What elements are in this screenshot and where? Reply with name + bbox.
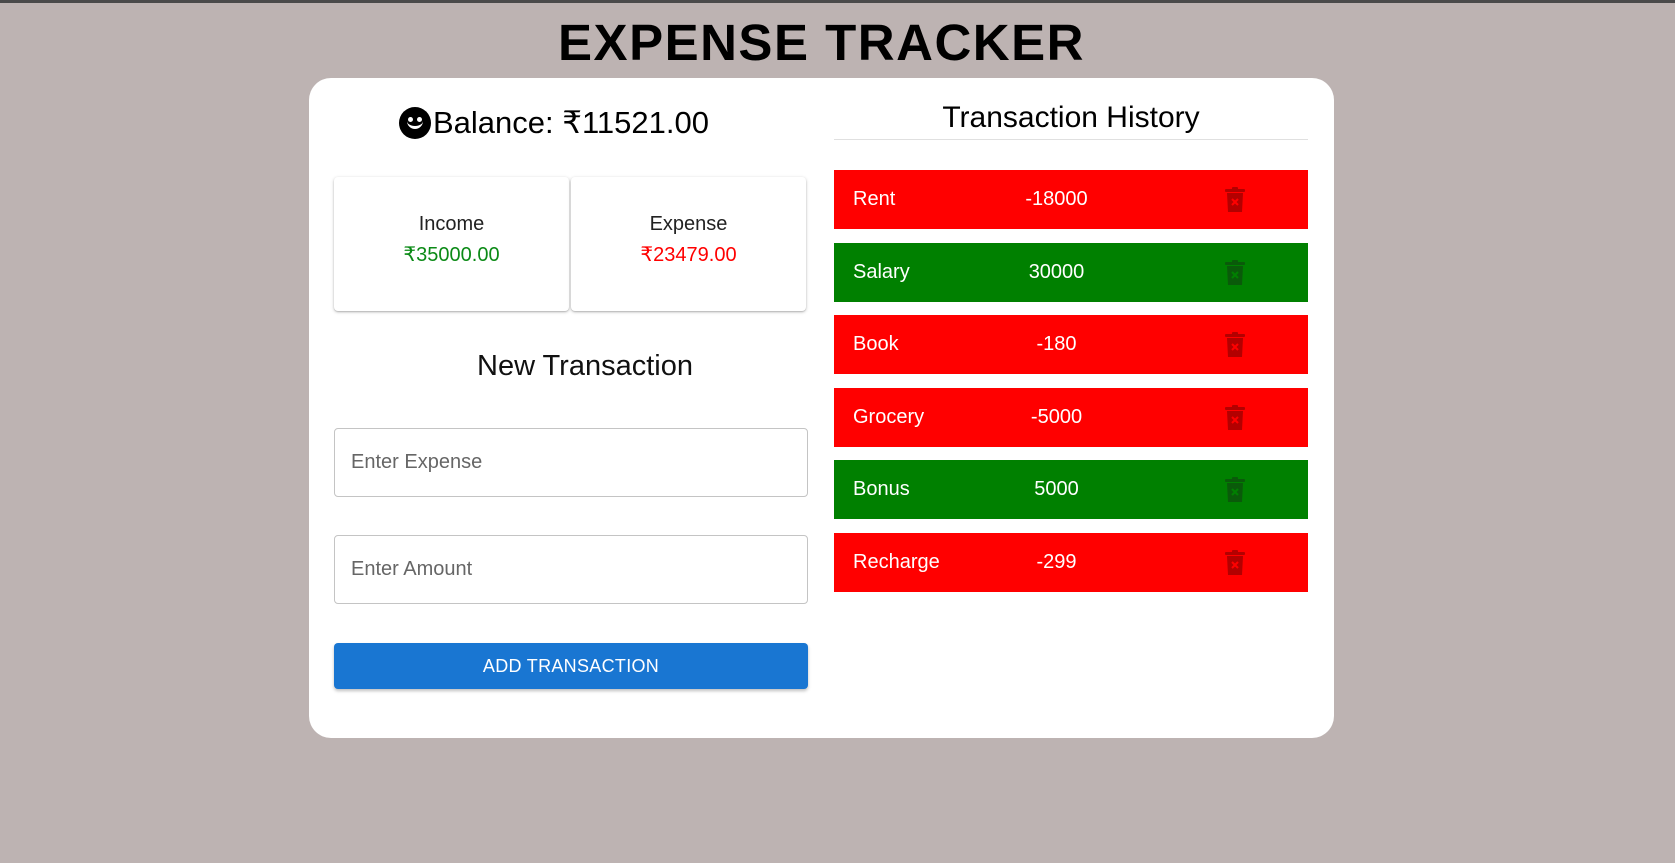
expense-input[interactable] <box>334 428 808 497</box>
transaction-item: Rent -18000 <box>834 170 1308 229</box>
income-value: ₹35000.00 <box>403 244 500 266</box>
amount-input[interactable] <box>334 535 808 604</box>
income-label: Income <box>418 213 485 235</box>
transaction-amount: 30000 <box>1028 260 1085 283</box>
transaction-amount: -5000 <box>1030 405 1083 428</box>
transaction-list: Rent -18000 Salary 30000 Book -180 Groce… <box>834 170 1308 605</box>
trash-icon[interactable] <box>1224 259 1246 286</box>
expense-label: Expense <box>649 213 728 235</box>
expense-card: Expense ₹23479.00 <box>571 177 806 311</box>
transaction-amount: -299 <box>1036 550 1077 573</box>
transaction-amount: -180 <box>1036 333 1077 355</box>
new-transaction-title: New Transaction <box>477 350 693 382</box>
trash-icon[interactable] <box>1224 549 1246 576</box>
trash-icon[interactable] <box>1224 332 1246 358</box>
balance-display: Balance: ₹11521.00 <box>309 105 799 141</box>
trash-icon[interactable] <box>1224 404 1246 431</box>
trash-icon[interactable] <box>1224 187 1246 213</box>
transaction-amount: -18000 <box>1025 188 1088 210</box>
transaction-item: Bonus 5000 <box>834 460 1308 519</box>
balance-label: Balance: ₹11521.00 <box>433 105 709 140</box>
smile-icon <box>399 107 431 139</box>
transaction-history-title: Transaction History <box>834 101 1308 140</box>
app-title: EXPENSE TRACKER <box>558 14 1085 71</box>
transaction-item: Book -180 <box>834 315 1308 374</box>
income-card: Income ₹35000.00 <box>334 177 569 311</box>
tracker-card: Balance: ₹11521.00 Income ₹35000.00 Expe… <box>309 78 1334 738</box>
trash-icon[interactable] <box>1224 477 1246 503</box>
transaction-item: Recharge -299 <box>834 532 1308 592</box>
add-transaction-button[interactable]: ADD TRANSACTION <box>334 643 808 689</box>
transaction-item: Salary 30000 <box>834 242 1308 302</box>
transaction-item: Grocery -5000 <box>834 387 1308 447</box>
expense-value: ₹23479.00 <box>640 244 737 266</box>
transaction-amount: 5000 <box>1034 478 1079 500</box>
